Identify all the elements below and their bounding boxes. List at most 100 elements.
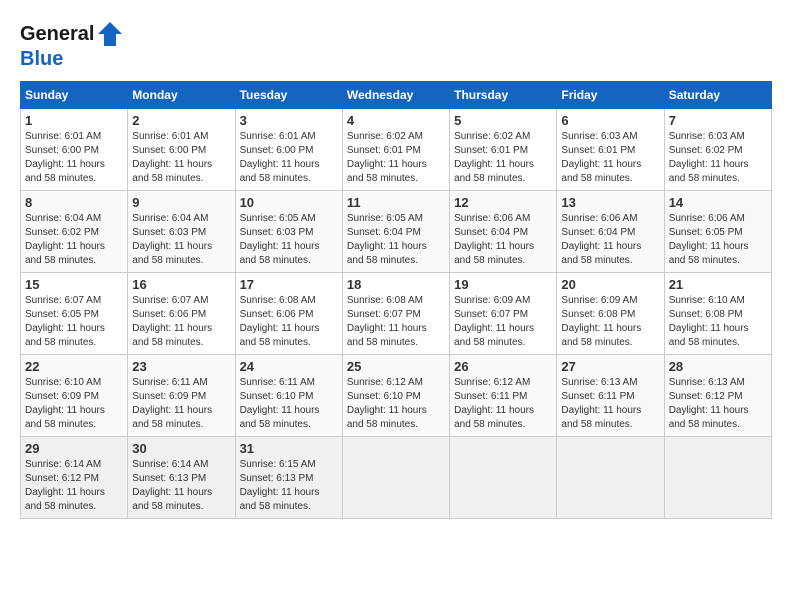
- day-number: 17: [240, 277, 338, 292]
- calendar-cell: 1 Sunrise: 6:01 AM Sunset: 6:00 PM Dayli…: [21, 109, 128, 191]
- day-info: Sunrise: 6:14 AM Sunset: 6:13 PM Dayligh…: [132, 458, 230, 514]
- calendar-cell: [342, 437, 449, 519]
- day-info: Sunrise: 6:08 AM Sunset: 6:06 PM Dayligh…: [240, 294, 338, 350]
- day-number: 18: [347, 277, 445, 292]
- logo: General Blue: [20, 20, 124, 71]
- day-info: Sunrise: 6:04 AM Sunset: 6:02 PM Dayligh…: [25, 212, 123, 268]
- logo-blue: Blue: [20, 48, 124, 71]
- calendar-cell: 27 Sunrise: 6:13 AM Sunset: 6:11 PM Dayl…: [557, 355, 664, 437]
- calendar-cell: 28 Sunrise: 6:13 AM Sunset: 6:12 PM Dayl…: [664, 355, 771, 437]
- column-header-saturday: Saturday: [664, 82, 771, 109]
- calendar-cell: 24 Sunrise: 6:11 AM Sunset: 6:10 PM Dayl…: [235, 355, 342, 437]
- calendar-cell: 10 Sunrise: 6:05 AM Sunset: 6:03 PM Dayl…: [235, 191, 342, 273]
- calendar-cell: 14 Sunrise: 6:06 AM Sunset: 6:05 PM Dayl…: [664, 191, 771, 273]
- day-number: 12: [454, 195, 552, 210]
- day-number: 25: [347, 359, 445, 374]
- column-header-friday: Friday: [557, 82, 664, 109]
- calendar-cell: 19 Sunrise: 6:09 AM Sunset: 6:07 PM Dayl…: [450, 273, 557, 355]
- calendar-cell: [664, 437, 771, 519]
- day-number: 22: [25, 359, 123, 374]
- calendar-cell: 26 Sunrise: 6:12 AM Sunset: 6:11 PM Dayl…: [450, 355, 557, 437]
- day-info: Sunrise: 6:05 AM Sunset: 6:04 PM Dayligh…: [347, 212, 445, 268]
- day-number: 13: [561, 195, 659, 210]
- day-info: Sunrise: 6:10 AM Sunset: 6:08 PM Dayligh…: [669, 294, 767, 350]
- day-number: 24: [240, 359, 338, 374]
- column-header-wednesday: Wednesday: [342, 82, 449, 109]
- day-number: 30: [132, 441, 230, 456]
- day-info: Sunrise: 6:05 AM Sunset: 6:03 PM Dayligh…: [240, 212, 338, 268]
- day-info: Sunrise: 6:08 AM Sunset: 6:07 PM Dayligh…: [347, 294, 445, 350]
- day-info: Sunrise: 6:06 AM Sunset: 6:04 PM Dayligh…: [561, 212, 659, 268]
- day-info: Sunrise: 6:14 AM Sunset: 6:12 PM Dayligh…: [25, 458, 123, 514]
- day-info: Sunrise: 6:04 AM Sunset: 6:03 PM Dayligh…: [132, 212, 230, 268]
- day-number: 8: [25, 195, 123, 210]
- calendar-cell: 12 Sunrise: 6:06 AM Sunset: 6:04 PM Dayl…: [450, 191, 557, 273]
- day-info: Sunrise: 6:11 AM Sunset: 6:10 PM Dayligh…: [240, 376, 338, 432]
- day-number: 10: [240, 195, 338, 210]
- column-header-thursday: Thursday: [450, 82, 557, 109]
- day-number: 3: [240, 113, 338, 128]
- day-info: Sunrise: 6:07 AM Sunset: 6:06 PM Dayligh…: [132, 294, 230, 350]
- calendar-cell: [450, 437, 557, 519]
- day-number: 21: [669, 277, 767, 292]
- calendar-table: SundayMondayTuesdayWednesdayThursdayFrid…: [20, 81, 772, 519]
- day-number: 20: [561, 277, 659, 292]
- day-info: Sunrise: 6:09 AM Sunset: 6:07 PM Dayligh…: [454, 294, 552, 350]
- calendar-week-4: 22 Sunrise: 6:10 AM Sunset: 6:09 PM Dayl…: [21, 355, 772, 437]
- day-info: Sunrise: 6:06 AM Sunset: 6:05 PM Dayligh…: [669, 212, 767, 268]
- day-number: 7: [669, 113, 767, 128]
- calendar-cell: 21 Sunrise: 6:10 AM Sunset: 6:08 PM Dayl…: [664, 273, 771, 355]
- calendar-cell: 15 Sunrise: 6:07 AM Sunset: 6:05 PM Dayl…: [21, 273, 128, 355]
- logo-icon: [96, 20, 124, 48]
- day-info: Sunrise: 6:01 AM Sunset: 6:00 PM Dayligh…: [132, 130, 230, 186]
- day-number: 4: [347, 113, 445, 128]
- calendar-cell: 16 Sunrise: 6:07 AM Sunset: 6:06 PM Dayl…: [128, 273, 235, 355]
- calendar-week-2: 8 Sunrise: 6:04 AM Sunset: 6:02 PM Dayli…: [21, 191, 772, 273]
- calendar-cell: 30 Sunrise: 6:14 AM Sunset: 6:13 PM Dayl…: [128, 437, 235, 519]
- day-number: 2: [132, 113, 230, 128]
- day-number: 11: [347, 195, 445, 210]
- calendar-cell: 6 Sunrise: 6:03 AM Sunset: 6:01 PM Dayli…: [557, 109, 664, 191]
- calendar-cell: [557, 437, 664, 519]
- calendar-cell: 18 Sunrise: 6:08 AM Sunset: 6:07 PM Dayl…: [342, 273, 449, 355]
- day-number: 5: [454, 113, 552, 128]
- calendar-cell: 8 Sunrise: 6:04 AM Sunset: 6:02 PM Dayli…: [21, 191, 128, 273]
- day-info: Sunrise: 6:02 AM Sunset: 6:01 PM Dayligh…: [454, 130, 552, 186]
- logo-general: General: [20, 23, 94, 45]
- day-number: 23: [132, 359, 230, 374]
- day-info: Sunrise: 6:10 AM Sunset: 6:09 PM Dayligh…: [25, 376, 123, 432]
- calendar-week-1: 1 Sunrise: 6:01 AM Sunset: 6:00 PM Dayli…: [21, 109, 772, 191]
- calendar-cell: 22 Sunrise: 6:10 AM Sunset: 6:09 PM Dayl…: [21, 355, 128, 437]
- calendar-cell: 20 Sunrise: 6:09 AM Sunset: 6:08 PM Dayl…: [557, 273, 664, 355]
- calendar-cell: 31 Sunrise: 6:15 AM Sunset: 6:13 PM Dayl…: [235, 437, 342, 519]
- day-number: 28: [669, 359, 767, 374]
- calendar-cell: 3 Sunrise: 6:01 AM Sunset: 6:00 PM Dayli…: [235, 109, 342, 191]
- day-info: Sunrise: 6:06 AM Sunset: 6:04 PM Dayligh…: [454, 212, 552, 268]
- calendar-cell: 7 Sunrise: 6:03 AM Sunset: 6:02 PM Dayli…: [664, 109, 771, 191]
- day-number: 6: [561, 113, 659, 128]
- day-info: Sunrise: 6:03 AM Sunset: 6:02 PM Dayligh…: [669, 130, 767, 186]
- column-header-tuesday: Tuesday: [235, 82, 342, 109]
- column-header-monday: Monday: [128, 82, 235, 109]
- calendar-cell: 2 Sunrise: 6:01 AM Sunset: 6:00 PM Dayli…: [128, 109, 235, 191]
- day-info: Sunrise: 6:01 AM Sunset: 6:00 PM Dayligh…: [240, 130, 338, 186]
- page-header: General Blue: [20, 20, 772, 71]
- calendar-cell: 13 Sunrise: 6:06 AM Sunset: 6:04 PM Dayl…: [557, 191, 664, 273]
- calendar-cell: 29 Sunrise: 6:14 AM Sunset: 6:12 PM Dayl…: [21, 437, 128, 519]
- day-number: 16: [132, 277, 230, 292]
- day-number: 14: [669, 195, 767, 210]
- day-number: 29: [25, 441, 123, 456]
- day-number: 19: [454, 277, 552, 292]
- calendar-week-3: 15 Sunrise: 6:07 AM Sunset: 6:05 PM Dayl…: [21, 273, 772, 355]
- day-info: Sunrise: 6:07 AM Sunset: 6:05 PM Dayligh…: [25, 294, 123, 350]
- day-info: Sunrise: 6:12 AM Sunset: 6:11 PM Dayligh…: [454, 376, 552, 432]
- column-header-sunday: Sunday: [21, 82, 128, 109]
- day-info: Sunrise: 6:13 AM Sunset: 6:11 PM Dayligh…: [561, 376, 659, 432]
- day-number: 26: [454, 359, 552, 374]
- day-number: 9: [132, 195, 230, 210]
- calendar-cell: 11 Sunrise: 6:05 AM Sunset: 6:04 PM Dayl…: [342, 191, 449, 273]
- calendar-cell: 4 Sunrise: 6:02 AM Sunset: 6:01 PM Dayli…: [342, 109, 449, 191]
- day-number: 27: [561, 359, 659, 374]
- day-info: Sunrise: 6:02 AM Sunset: 6:01 PM Dayligh…: [347, 130, 445, 186]
- calendar-cell: 9 Sunrise: 6:04 AM Sunset: 6:03 PM Dayli…: [128, 191, 235, 273]
